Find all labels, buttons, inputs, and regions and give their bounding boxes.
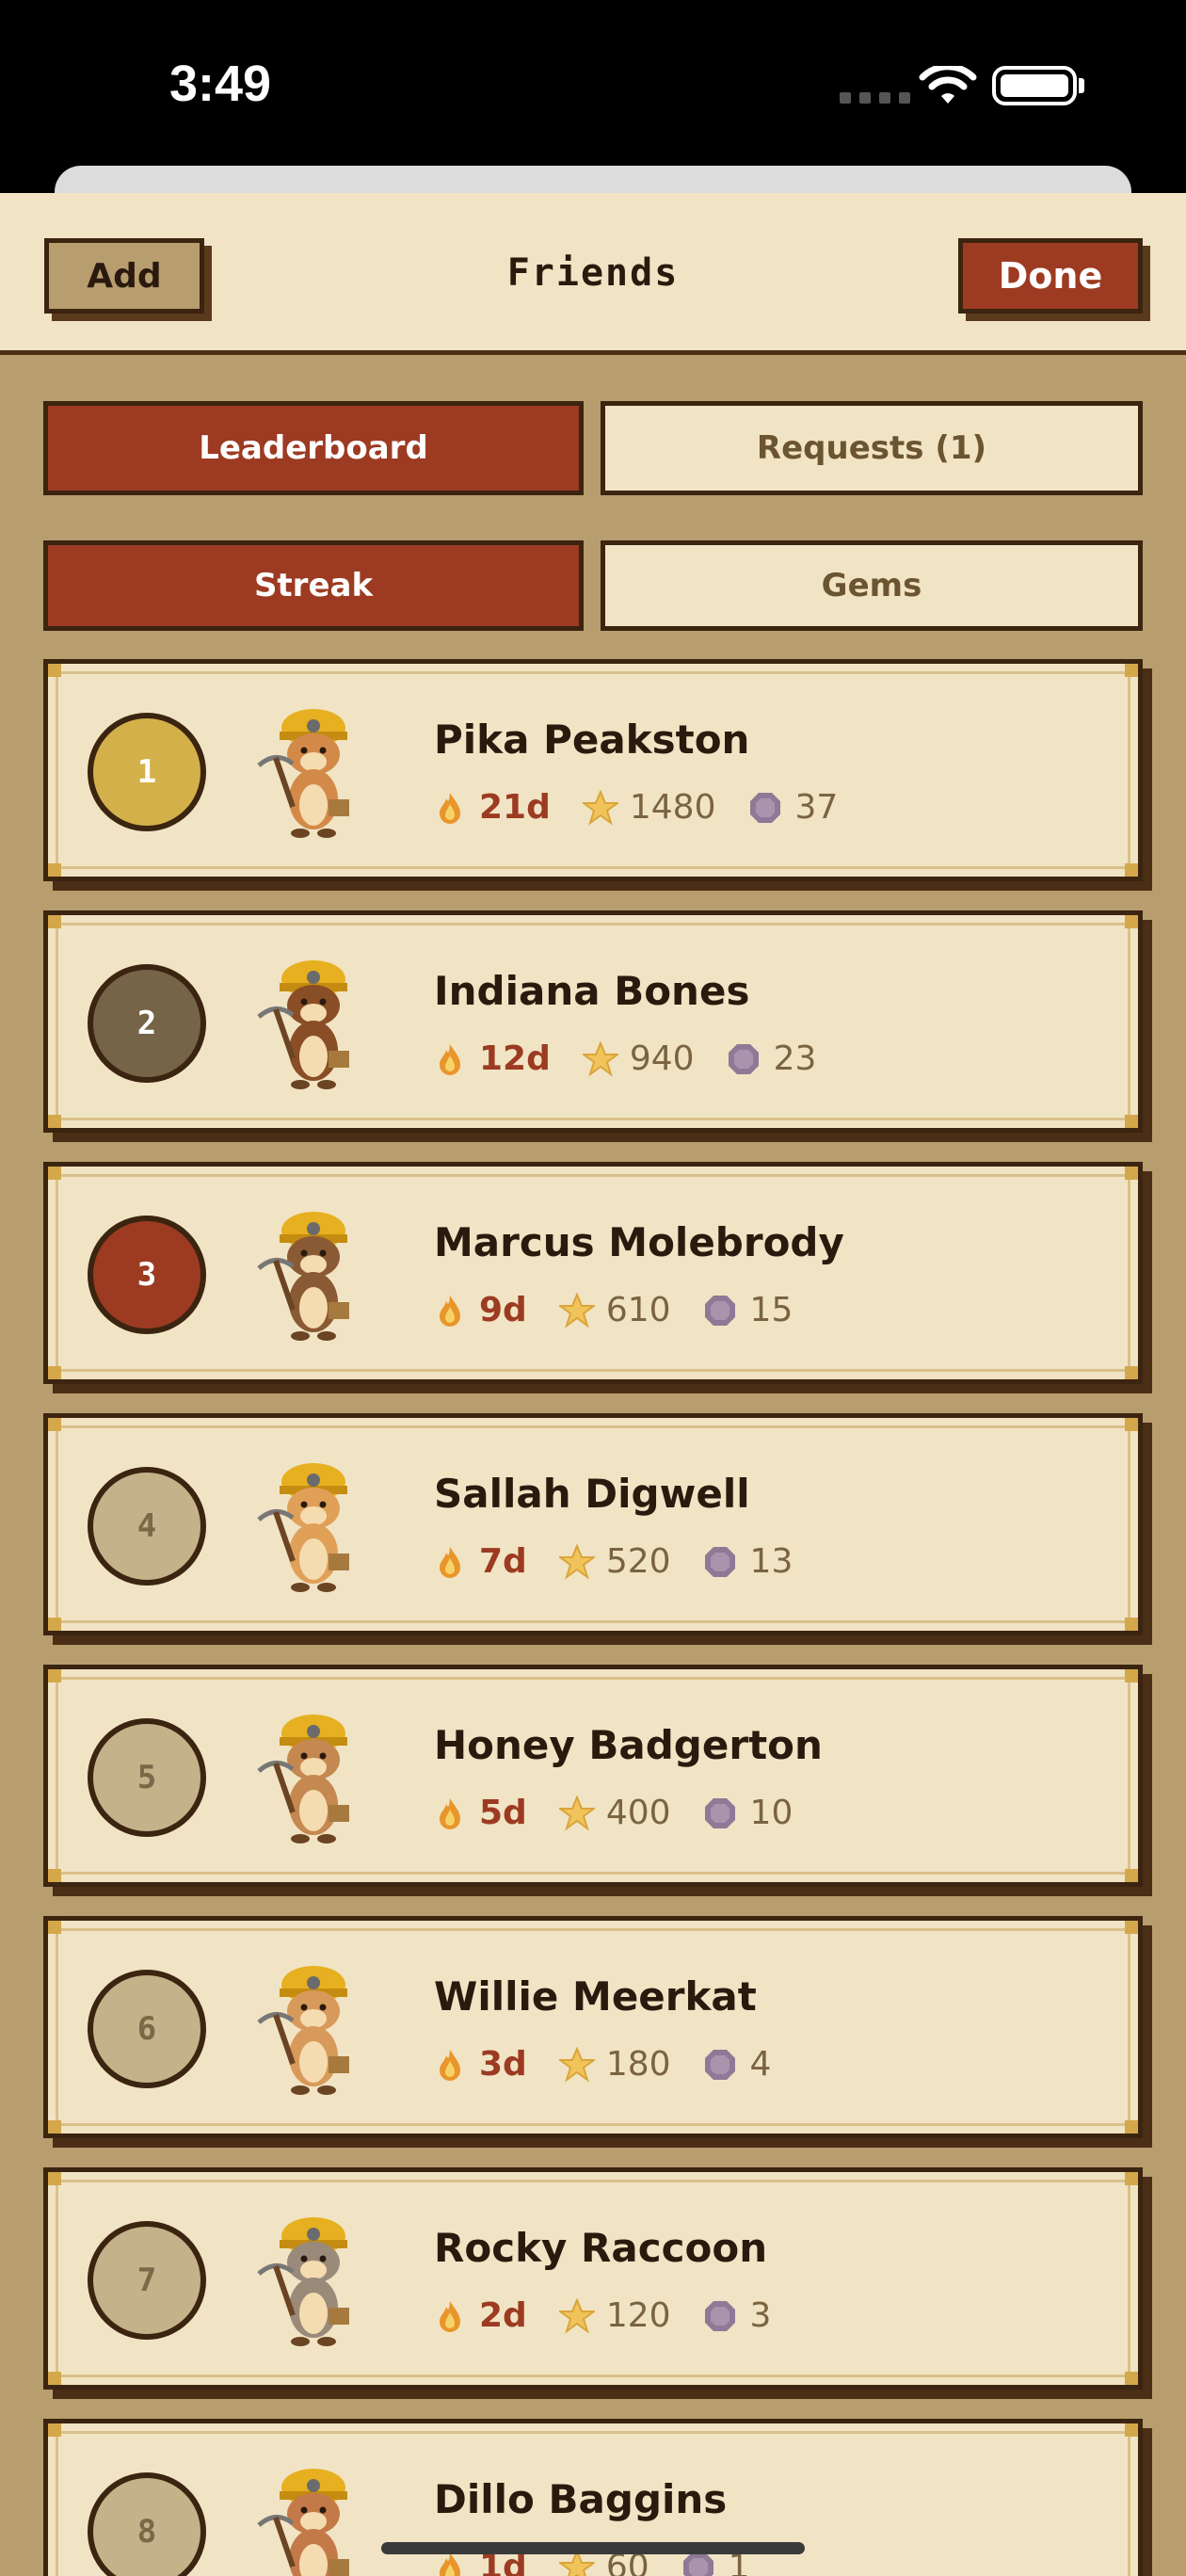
gem-icon: [704, 1546, 735, 1577]
gem-icon: [749, 792, 780, 823]
friend-stats: 12d 940 23: [438, 1039, 816, 1078]
rank-badge: 2: [88, 964, 206, 1083]
gem-count: 13: [749, 1542, 793, 1581]
gem-icon: [704, 2049, 735, 2080]
star-icon: [558, 1292, 595, 1328]
nav-bar: Add Friends Done: [0, 193, 1186, 355]
friend-name: Willie Meerkat: [434, 1973, 757, 2020]
marmot-miner-icon: [257, 709, 349, 838]
streak-value: 21d: [479, 788, 551, 827]
rank-badge: 6: [88, 1970, 206, 2088]
friend-stats: 3d 180 4: [438, 2045, 771, 2084]
sort-gems-button[interactable]: Gems: [601, 540, 1143, 631]
status-bar: 3:49: [0, 0, 1186, 193]
friend-stats: 2d 120 3: [438, 2296, 771, 2335]
leaderboard-row[interactable]: 5 Honey Badgerton 5d 400 10: [43, 1665, 1143, 1887]
flame-icon: [440, 1295, 460, 1327]
rank-badge: 7: [88, 2221, 206, 2340]
star-icon: [582, 1040, 618, 1077]
friend-name: Honey Badgerton: [434, 1722, 823, 1768]
xp-value: 610: [605, 1291, 671, 1329]
flame-icon: [440, 1546, 460, 1578]
leaderboard-row[interactable]: 2 Indiana Bones 12d 940 23: [43, 910, 1143, 1133]
streak-value: 5d: [479, 1794, 527, 1832]
gem-count: 37: [794, 788, 839, 827]
gem-count: 3: [749, 2296, 772, 2335]
rank-badge: 3: [88, 1216, 206, 1334]
gem-count: 15: [749, 1291, 793, 1329]
raccoon-miner-icon: [257, 2217, 349, 2346]
gem-icon: [704, 1797, 735, 1828]
friend-name: Rocky Raccoon: [434, 2225, 768, 2271]
badger-miner-icon: [257, 1715, 349, 1843]
rank-badge: 5: [88, 1718, 206, 1837]
mole-miner-icon: [257, 1212, 349, 1341]
streak-value: 12d: [479, 1039, 551, 1078]
leaderboard-row[interactable]: 6 Willie Meerkat 3d 180 4: [43, 1916, 1143, 2138]
xp-value: 1480: [629, 788, 716, 827]
flame-icon: [440, 792, 460, 824]
gem-icon: [704, 1295, 735, 1326]
leaderboard-row[interactable]: 7 Rocky Raccoon 2d 120 3: [43, 2167, 1143, 2390]
rank-badge: 4: [88, 1467, 206, 1586]
star-icon: [558, 1543, 595, 1580]
star-icon: [558, 2297, 595, 2334]
flame-icon: [440, 1797, 460, 1829]
home-indicator: [381, 2542, 805, 2554]
battery-icon: [992, 66, 1077, 105]
friend-name: Dillo Baggins: [434, 2476, 728, 2522]
armadillo-miner-icon: [257, 2469, 349, 2576]
flame-icon: [440, 2300, 460, 2332]
gem-count: 4: [749, 2045, 772, 2084]
star-icon: [558, 2046, 595, 2083]
dog-miner-icon: [257, 960, 349, 1089]
meerkat-miner-icon: [257, 1966, 349, 2095]
xp-value: 940: [629, 1039, 695, 1078]
xp-value: 400: [605, 1794, 671, 1832]
rank-badge: 1: [88, 713, 206, 831]
streak-value: 7d: [479, 1542, 527, 1581]
tab-leaderboard[interactable]: Leaderboard: [43, 401, 584, 495]
leaderboard-row[interactable]: 1 Pika Peakston 21d 1480 37: [43, 659, 1143, 881]
tab-requests[interactable]: Requests (1): [601, 401, 1143, 495]
leaderboard-row[interactable]: 4 Sallah Digwell 7d 520 13: [43, 1413, 1143, 1635]
gem-icon: [704, 2300, 735, 2331]
star-icon: [558, 1795, 595, 1831]
xp-value: 180: [605, 2045, 671, 2084]
friend-stats: 5d 400 10: [438, 1794, 793, 1832]
wifi-icon: [919, 66, 977, 104]
done-button[interactable]: Done: [958, 238, 1143, 314]
friend-stats: 7d 520 13: [438, 1542, 793, 1581]
friend-name: Marcus Molebrody: [434, 1219, 844, 1265]
gopher-miner-icon: [257, 1463, 349, 1592]
signal-icon: [840, 92, 910, 104]
streak-value: 3d: [479, 2045, 527, 2084]
friend-stats: 9d 610 15: [438, 1291, 793, 1329]
friend-name: Pika Peakston: [434, 716, 750, 763]
sort-streak-button[interactable]: Streak: [43, 540, 584, 631]
xp-value: 520: [605, 1542, 671, 1581]
streak-value: 2d: [479, 2296, 527, 2335]
flame-icon: [440, 2049, 460, 2081]
flame-icon: [440, 1043, 460, 1075]
rank-badge: 8: [88, 2472, 206, 2576]
leaderboard-row[interactable]: 3 Marcus Molebrody 9d 610 15: [43, 1162, 1143, 1384]
friend-stats: 21d 1480 37: [438, 788, 838, 827]
gem-count: 23: [773, 1039, 817, 1078]
star-icon: [582, 789, 618, 826]
friend-name: Sallah Digwell: [434, 1471, 750, 1517]
gem-icon: [728, 1043, 759, 1074]
gem-count: 10: [749, 1794, 793, 1832]
streak-value: 9d: [479, 1291, 527, 1329]
status-time: 3:49: [169, 56, 272, 112]
xp-value: 120: [605, 2296, 671, 2335]
friend-name: Indiana Bones: [434, 968, 750, 1014]
